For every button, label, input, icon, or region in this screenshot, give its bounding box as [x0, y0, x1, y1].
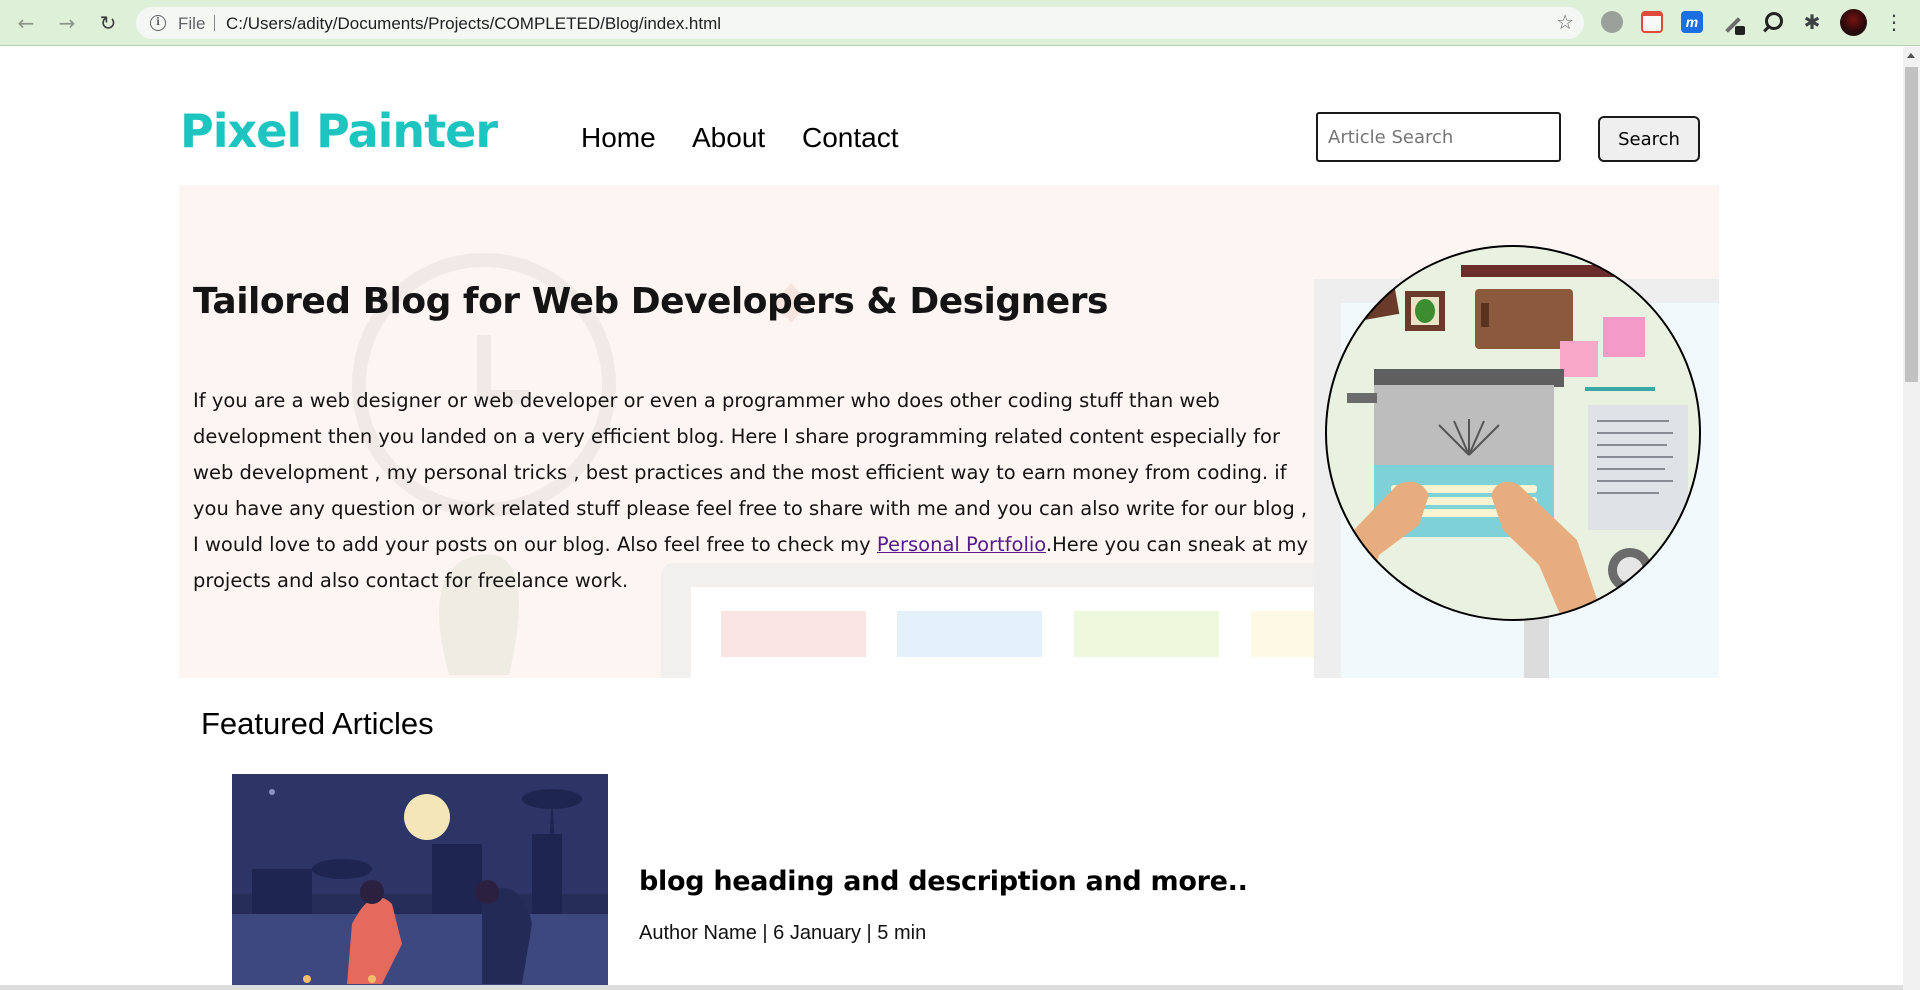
search-button[interactable]: Search	[1598, 116, 1700, 162]
extension-m-icon[interactable]: m	[1681, 11, 1703, 33]
article-search-input[interactable]	[1316, 112, 1561, 162]
extensions-puzzle-icon[interactable]: ✱	[1801, 11, 1823, 33]
bookmark-star-icon[interactable]: ☆	[1556, 10, 1574, 34]
url-scheme-label: File	[178, 14, 206, 33]
article-thumbnail-image	[232, 774, 608, 990]
nav-about-link[interactable]: About	[692, 122, 765, 154]
scrollbar-thumb[interactable]	[1905, 67, 1918, 382]
url-text[interactable]: C:/Users/adity/Documents/Projects/COMPLE…	[226, 14, 721, 34]
page-bottom-edge	[0, 985, 1903, 990]
hero-description-text: If you are a web designer or web develop…	[193, 389, 1308, 556]
hero-title: Tailored Blog for Web Developers & Desig…	[193, 281, 1108, 322]
site-logo[interactable]: Pixel Painter	[180, 104, 498, 158]
browser-menu-icon[interactable]: ⋮	[1884, 11, 1904, 33]
article-heading[interactable]: blog heading and description and more..	[639, 866, 1248, 897]
zoom-extension-icon[interactable]	[1761, 11, 1783, 33]
scroll-up-icon[interactable]	[1907, 53, 1915, 58]
url-separator	[214, 15, 215, 31]
nav-home-link[interactable]: Home	[581, 122, 656, 154]
nav-contact-link[interactable]: Contact	[802, 122, 899, 154]
hero-description: If you are a web designer or web develop…	[193, 383, 1313, 599]
personal-portfolio-link[interactable]: Personal Portfolio	[877, 533, 1046, 556]
article-meta: Author Name | 6 January | 5 min	[639, 922, 927, 944]
forward-icon[interactable]: →	[53, 9, 81, 37]
site-info-icon[interactable]: i	[150, 15, 166, 31]
color-picker-icon[interactable]	[1721, 11, 1745, 35]
browser-toolbar: ← → ↻ i File C:/Users/adity/Documents/Pr…	[0, 0, 1920, 46]
address-bar[interactable]: i File C:/Users/adity/Documents/Projects…	[136, 7, 1584, 39]
reload-icon[interactable]: ↻	[94, 9, 122, 37]
page-scrollbar[interactable]	[1903, 47, 1920, 990]
extension-notes-icon[interactable]	[1641, 11, 1663, 33]
hero-section: Tailored Blog for Web Developers & Desig…	[179, 185, 1719, 678]
extension-gear-icon[interactable]	[1601, 11, 1623, 33]
profile-avatar[interactable]	[1840, 9, 1867, 36]
back-icon[interactable]: ←	[12, 9, 40, 37]
article-thumbnail[interactable]	[232, 774, 608, 990]
featured-articles-heading: Featured Articles	[201, 706, 434, 741]
